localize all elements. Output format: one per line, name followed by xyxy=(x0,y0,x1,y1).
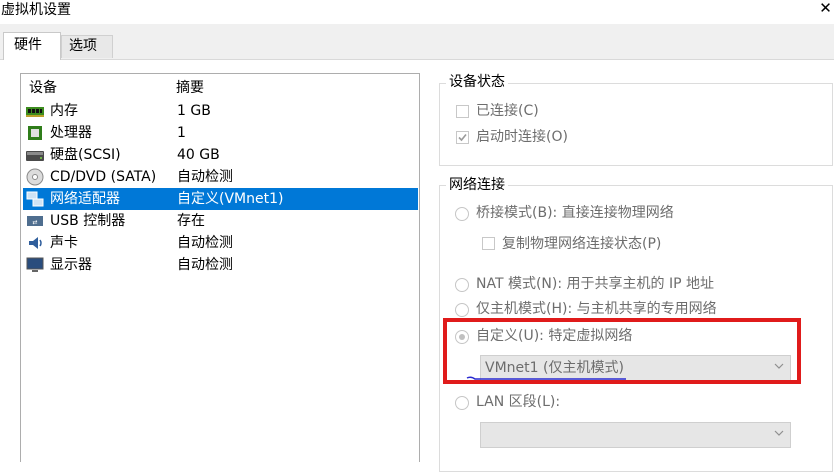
device-row-cd-dvd[interactable]: CD/DVD (SATA) 自动检测 xyxy=(23,166,418,188)
device-name: 处理器 xyxy=(50,125,92,141)
network-adapter-icon xyxy=(26,191,44,207)
tab-strip: 硬件 选项 xyxy=(0,24,834,60)
lan-segment-radio[interactable] xyxy=(455,396,469,410)
device-summary: 1 xyxy=(177,125,186,141)
device-summary: 1 GB xyxy=(177,103,211,119)
device-row-processor[interactable]: 处理器 1 xyxy=(23,122,418,144)
connected-label[interactable]: 已连接(C) xyxy=(476,101,539,121)
summary-column-header[interactable]: 摘要 xyxy=(176,78,204,98)
replicate-state-checkbox[interactable] xyxy=(482,237,495,250)
device-name: 网络适配器 xyxy=(50,191,120,207)
cd-dvd-icon xyxy=(26,168,44,186)
device-summary: 自定义(VMnet1) xyxy=(177,191,284,207)
annotation-highlight-box xyxy=(443,318,801,384)
device-name: CD/DVD (SATA) xyxy=(50,169,157,185)
device-list[interactable]: 设备 摘要 内存 1 GB 处理器 1 硬盘(SCSI) 40 GB CD/DV… xyxy=(20,73,420,462)
replicate-state-label[interactable]: 复制物理网络连接状态(P) xyxy=(502,234,661,254)
connect-at-power-on-checkbox[interactable] xyxy=(456,131,469,144)
device-name: 声卡 xyxy=(50,235,78,251)
svg-text:⇄: ⇄ xyxy=(32,219,37,226)
hard-disk-icon xyxy=(26,151,44,161)
close-icon[interactable]: ✕ xyxy=(817,0,834,17)
device-status-title: 设备状态 xyxy=(446,73,508,91)
divider xyxy=(0,59,834,60)
device-row-hard-disk[interactable]: 硬盘(SCSI) 40 GB xyxy=(23,144,418,166)
nat-label[interactable]: NAT 模式(N): 用于共享主机的 IP 地址 xyxy=(476,274,714,294)
host-only-label[interactable]: 仅主机模式(H): 与主机共享的专用网络 xyxy=(476,299,717,319)
device-row-sound-card[interactable]: 声卡 自动检测 xyxy=(23,232,418,254)
bridged-radio[interactable] xyxy=(455,207,469,221)
chevron-down-icon xyxy=(774,430,784,436)
tab-hardware[interactable]: 硬件 xyxy=(3,32,61,60)
processor-icon xyxy=(28,126,42,140)
device-summary: 自动检测 xyxy=(177,169,233,185)
device-summary: 自动检测 xyxy=(177,257,233,273)
device-row-usb[interactable]: ⇄ USB 控制器 存在 xyxy=(23,210,418,232)
device-name: 内存 xyxy=(50,103,78,119)
window-title: 虚拟机设置 xyxy=(1,2,71,18)
connect-at-power-on-label[interactable]: 启动时连接(O) xyxy=(476,127,568,147)
title-bar: 虚拟机设置 ✕ xyxy=(0,0,834,24)
device-status-group xyxy=(439,83,833,166)
device-name: USB 控制器 xyxy=(50,213,126,229)
device-column-header[interactable]: 设备 xyxy=(29,78,57,98)
network-connection-title: 网络连接 xyxy=(446,176,508,194)
device-row-display[interactable]: 显示器 自动检测 xyxy=(23,254,418,276)
checkmark-icon xyxy=(458,133,467,142)
device-row-network-adapter[interactable]: 网络适配器 自定义(VMnet1) xyxy=(23,188,418,210)
nat-radio[interactable] xyxy=(455,278,469,292)
host-only-radio[interactable] xyxy=(455,303,469,317)
lan-segment-label[interactable]: LAN 区段(L): xyxy=(476,392,560,412)
device-name: 硬盘(SCSI) xyxy=(50,147,121,163)
device-summary: 40 GB xyxy=(177,147,220,163)
device-name: 显示器 xyxy=(50,257,92,273)
display-icon xyxy=(26,257,44,272)
connected-checkbox[interactable] xyxy=(456,105,469,118)
tab-options[interactable]: 选项 xyxy=(61,35,113,58)
memory-icon xyxy=(26,107,44,117)
device-row-memory[interactable]: 内存 1 GB xyxy=(23,100,418,122)
bridged-label[interactable]: 桥接模式(B): 直接连接物理网络 xyxy=(476,203,674,223)
sound-card-icon xyxy=(29,237,42,249)
lan-segment-select[interactable] xyxy=(480,422,791,448)
device-summary: 自动检测 xyxy=(177,235,233,251)
usb-icon: ⇄ xyxy=(27,216,43,226)
device-summary: 存在 xyxy=(177,213,205,229)
